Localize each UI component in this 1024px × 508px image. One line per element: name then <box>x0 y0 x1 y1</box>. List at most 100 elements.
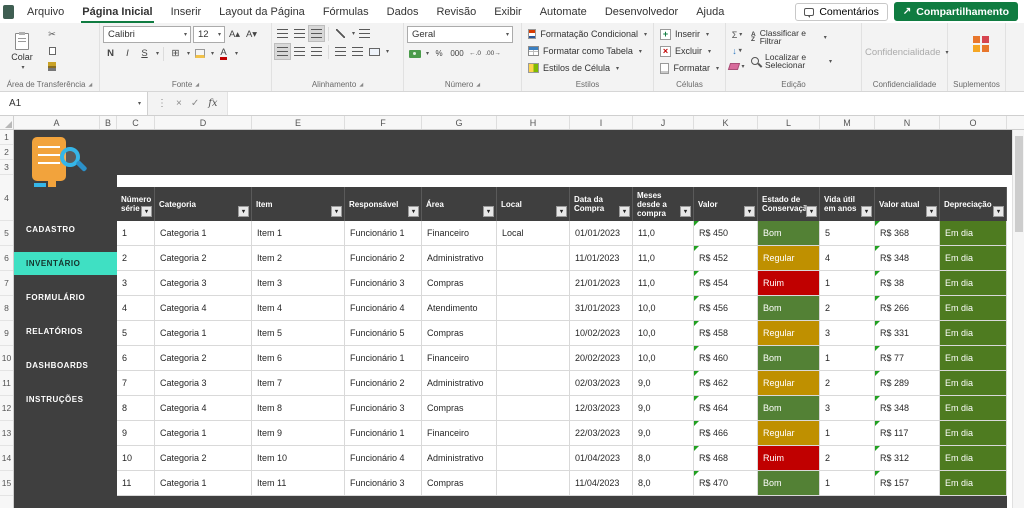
cell[interactable]: Categoria 1 <box>155 471 252 496</box>
row-header-9[interactable]: 9 <box>0 321 13 346</box>
fill-button[interactable]: ↓▾ <box>729 44 745 57</box>
cell[interactable]: R$ 450 <box>694 221 758 246</box>
cut-button[interactable]: ✂ <box>44 28 60 41</box>
cell[interactable]: R$ 348 <box>875 246 940 271</box>
menu-tab-dados[interactable]: Dados <box>378 0 428 23</box>
format-as-table-button[interactable]: Formatar como Tabela ▾ <box>525 43 650 59</box>
cell[interactable]: Administrativo <box>422 246 497 271</box>
menu-tab-inserir[interactable]: Inserir <box>162 0 211 23</box>
menu-tab-layout-da-pagina[interactable]: Layout da Página <box>210 0 314 23</box>
cell[interactable]: Categoria 3 <box>155 371 252 396</box>
cell[interactable]: Regular <box>758 246 820 271</box>
filter-button[interactable]: ▾ <box>331 206 342 217</box>
sidebar-item-dashboards[interactable]: DASHBOARDS <box>14 354 117 377</box>
column-header-D[interactable]: D <box>155 116 252 129</box>
decrease-decimal-button[interactable]: .00→ <box>485 46 501 61</box>
column-header-E[interactable]: E <box>252 116 345 129</box>
font-color-dropdown-icon[interactable]: ▾ <box>235 50 238 57</box>
cell[interactable]: R$ 454 <box>694 271 758 296</box>
cell[interactable]: 10/02/2023 <box>570 321 633 346</box>
format-cells-button[interactable]: Formatar ▾ <box>657 60 722 76</box>
cell[interactable]: R$ 38 <box>875 271 940 296</box>
cell[interactable]: 6 <box>117 346 155 371</box>
cell[interactable]: 7 <box>117 371 155 396</box>
cell[interactable] <box>497 446 570 471</box>
filter-button[interactable]: ▾ <box>408 206 419 217</box>
cell[interactable]: 11,0 <box>633 246 694 271</box>
addins-icon[interactable] <box>973 36 980 43</box>
cell[interactable]: R$ 157 <box>875 471 940 496</box>
menu-tab-arquivo[interactable]: Arquivo <box>18 0 73 23</box>
conditional-formatting-button[interactable]: Formatação Condicional ▾ <box>525 26 650 42</box>
cell[interactable]: 10,0 <box>633 321 694 346</box>
cell[interactable]: R$ 312 <box>875 446 940 471</box>
cell[interactable]: R$ 462 <box>694 371 758 396</box>
cell[interactable]: Categoria 2 <box>155 346 252 371</box>
filter-button[interactable]: ▾ <box>238 206 249 217</box>
confidentiality-button[interactable]: Confidencialidade ▾ <box>865 47 949 58</box>
name-box-dropdown-icon[interactable]: ▾ <box>138 100 141 107</box>
cell[interactable]: Categoria 3 <box>155 271 252 296</box>
cell[interactable]: R$ 77 <box>875 346 940 371</box>
underline-dropdown-icon[interactable]: ▾ <box>156 50 159 57</box>
font-size-select[interactable]: 12 ▾ <box>193 26 225 43</box>
cell[interactable]: 3 <box>820 321 875 346</box>
menu-tab-desenvolvedor[interactable]: Desenvolvedor <box>596 0 687 23</box>
column-header-G[interactable]: G <box>422 116 497 129</box>
delete-cells-button[interactable]: × Excluir ▾ <box>657 43 722 59</box>
filter-button[interactable]: ▾ <box>619 206 630 217</box>
column-header-B[interactable]: B <box>100 116 117 129</box>
accounting-dropdown-icon[interactable]: ▾ <box>426 50 429 57</box>
cell[interactable]: Item 11 <box>252 471 345 496</box>
bold-button[interactable]: N <box>103 46 118 61</box>
cell[interactable]: Item 2 <box>252 246 345 271</box>
cell[interactable] <box>497 321 570 346</box>
cell[interactable]: 1 <box>820 346 875 371</box>
cancel-icon[interactable]: × <box>176 98 182 109</box>
cell[interactable]: R$ 470 <box>694 471 758 496</box>
align-bottom-button[interactable] <box>309 26 324 41</box>
cell[interactable]: Funcionário 3 <box>345 396 422 421</box>
cell[interactable]: Item 3 <box>252 271 345 296</box>
borders-button[interactable]: ⊞ <box>168 46 183 61</box>
column-header-M[interactable]: M <box>820 116 875 129</box>
cell[interactable]: 4 <box>820 246 875 271</box>
insert-cells-button[interactable]: + Inserir ▾ <box>657 26 722 42</box>
copy-button[interactable] <box>44 44 60 57</box>
cell[interactable]: R$ 468 <box>694 446 758 471</box>
cell[interactable]: Bom <box>758 396 820 421</box>
filter-button[interactable]: ▾ <box>806 206 817 217</box>
column-header-C[interactable]: C <box>117 116 155 129</box>
filter-button[interactable]: ▾ <box>141 206 152 217</box>
cell[interactable]: Compras <box>422 321 497 346</box>
cell[interactable]: Em dia <box>940 271 1007 296</box>
increase-indent-button[interactable] <box>350 44 365 59</box>
sort-filter-button[interactable]: AZ Classificar e Filtrar ▾ <box>748 26 858 48</box>
orientation-button[interactable] <box>333 26 348 41</box>
cell[interactable]: 01/04/2023 <box>570 446 633 471</box>
cell[interactable]: Funcionário 4 <box>345 446 422 471</box>
cell[interactable]: 1 <box>820 271 875 296</box>
cell[interactable]: Em dia <box>940 371 1007 396</box>
cell[interactable]: Administrativo <box>422 446 497 471</box>
dialog-launcher-font[interactable]: ◢ <box>195 82 199 88</box>
find-select-button[interactable]: Localizar e Selecionar ▾ <box>748 50 858 72</box>
column-header-I[interactable]: I <box>570 116 633 129</box>
row-header-8[interactable]: 8 <box>0 296 13 321</box>
filter-button[interactable]: ▾ <box>993 206 1004 217</box>
cell[interactable]: Funcionário 2 <box>345 246 422 271</box>
cell[interactable]: Categoria 4 <box>155 396 252 421</box>
row-header-15[interactable]: 15 <box>0 471 13 496</box>
cell[interactable]: 5 <box>820 221 875 246</box>
cell[interactable]: Compras <box>422 271 497 296</box>
align-right-button[interactable] <box>309 44 324 59</box>
select-all-corner[interactable] <box>0 116 14 129</box>
cell[interactable]: 11,0 <box>633 271 694 296</box>
cell[interactable]: Compras <box>422 471 497 496</box>
column-header-A[interactable]: A <box>14 116 100 129</box>
cell[interactable] <box>497 371 570 396</box>
row-header-4[interactable]: 4 <box>0 175 13 221</box>
cell[interactable]: Funcionário 2 <box>345 371 422 396</box>
number-format-select[interactable]: Geral ▾ <box>407 26 513 43</box>
accounting-format-button[interactable] <box>407 46 422 61</box>
